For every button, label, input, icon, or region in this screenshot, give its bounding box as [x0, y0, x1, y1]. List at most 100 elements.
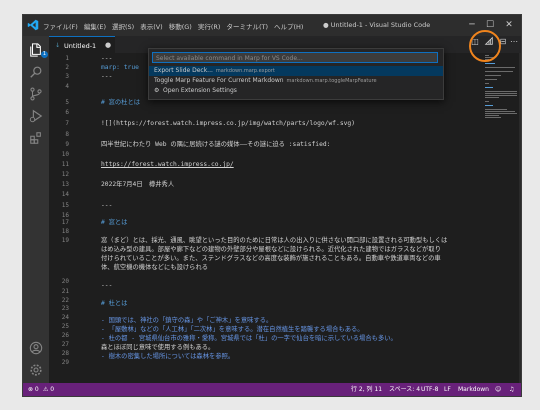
status-errors[interactable]: ⊗ 0: [28, 383, 39, 396]
explorer-badge: 1: [41, 51, 48, 58]
palette-item-detail: markdown.marp.toggleMarpFeature: [286, 78, 377, 84]
markdown-icon: ↓: [55, 42, 61, 49]
list-item: - 樹木の密集した場所については森林を参照。: [101, 353, 235, 360]
line-number: 13: [61, 181, 69, 188]
more-actions-icon[interactable]: ⋯: [509, 34, 519, 48]
image-link-line: ![](https://forest.watch.impress.co.jp/i…: [101, 120, 356, 127]
status-encoding[interactable]: UTF-8: [421, 383, 439, 396]
line-number: 28: [61, 350, 69, 357]
heading-line: # 窓の杜とは: [101, 99, 141, 106]
line-number: 25: [61, 323, 69, 330]
vscode-logo-icon: [27, 19, 39, 31]
feedback-icon[interactable]: ☺: [495, 383, 501, 396]
line-number-gutter: 1 2 3 4 5 6 7 8 9 10 11 12 13 14 15 16 1…: [49, 53, 77, 383]
manage-gear-icon[interactable]: [27, 361, 45, 379]
code-line: ---: [101, 55, 113, 62]
command-palette-input[interactable]: Select available command in Marp for VS …: [152, 52, 438, 63]
line-number: 6: [65, 109, 69, 116]
menu-go[interactable]: 移動(G): [169, 21, 192, 31]
palette-item-export-slide-deck[interactable]: Export Slide Deck... markdown.marp.export: [149, 66, 443, 76]
vertical-scrollbar[interactable]: [519, 53, 521, 383]
paragraph-wrap-line: 体、航空機の機体などにも設けられる: [101, 264, 209, 271]
status-eol[interactable]: LF: [444, 383, 451, 396]
heading-line: # 杜とは: [101, 300, 128, 307]
status-warnings[interactable]: ⚠ 0: [43, 383, 54, 396]
menu-terminal[interactable]: ターミナル(T): [226, 21, 268, 31]
status-indentation[interactable]: スペース: 4: [389, 383, 420, 396]
vscode-window: ファイル(F) 編集(E) 選択(S) 表示(V) 移動(G) 実行(R) ター…: [22, 14, 522, 397]
tab-dirty-close-icon[interactable]: ●: [105, 41, 111, 49]
minimap[interactable]: [483, 53, 519, 133]
menu-bar: ファイル(F) 編集(E) 選択(S) 表示(V) 移動(G) 実行(R) ター…: [43, 21, 303, 31]
code-line: 四半世紀にわたり Web の隅に居続ける謎の媒体――その謎に迫る :satisf…: [101, 141, 331, 148]
palette-item-toggle-marp-feature[interactable]: Toggle Marp Feature For Current Markdown…: [149, 76, 443, 86]
settings-gear-icon: ⚙: [154, 87, 160, 94]
line-number: 3: [65, 73, 69, 80]
code-line: marp: true: [101, 64, 139, 71]
line-number: 21: [61, 288, 69, 295]
line-number: 9: [65, 141, 69, 148]
line-number: 24: [61, 314, 69, 321]
code-line: 2022年7月4日 樽井秀人: [101, 181, 175, 188]
frontmatter-value: true: [119, 64, 139, 71]
minimize-button[interactable]: ─: [465, 18, 479, 32]
line-number: 14: [61, 191, 69, 198]
run-debug-icon[interactable]: [27, 107, 45, 125]
menu-selection[interactable]: 選択(S): [112, 21, 134, 31]
explorer-icon[interactable]: 1: [27, 41, 48, 59]
account-icon[interactable]: [27, 339, 45, 357]
menu-run[interactable]: 実行(R): [198, 21, 221, 31]
activity-bar: 1: [23, 36, 49, 383]
line-number: 27: [61, 341, 69, 348]
line-number: 23: [61, 305, 69, 312]
paragraph-line: 森とほぼ同じ意味で使用する例もある。: [101, 344, 215, 351]
line-number: 20: [61, 278, 69, 285]
close-window-button[interactable]: ✕: [502, 18, 516, 32]
paragraph-line: 窓（まど）とは、採光、通風、眺望といった目的のために日常は人の出入りに供さない開…: [101, 237, 448, 244]
line-number: 8: [65, 131, 69, 138]
menu-edit[interactable]: 編集(E): [84, 21, 106, 31]
line-number: 11: [61, 161, 69, 168]
code-line: ---: [101, 202, 113, 209]
notifications-bell-icon[interactable]: ♫: [509, 383, 514, 396]
code-line: ---: [101, 73, 113, 80]
extensions-icon[interactable]: [27, 129, 45, 147]
heading-line: # 窓とは: [101, 219, 128, 226]
editor-area[interactable]: 1 2 3 4 5 6 7 8 9 10 11 12 13 14 15 16 1…: [49, 53, 521, 383]
menu-help[interactable]: ヘルプ(H): [274, 21, 303, 31]
paragraph-wrap-line: はめ込み型の建具。部屋や廊下などの建物の外壁部分や屋根などに設けられる。近代化さ…: [101, 246, 441, 253]
list-item: - 国頭では、神社の「鎮守の森」や「ご神木」を意味する。: [101, 317, 273, 324]
code-line: ---: [101, 282, 113, 289]
line-number: 16: [61, 212, 69, 219]
line-number: 5: [65, 99, 69, 106]
tab-label: Untitled-1: [64, 42, 97, 50]
command-palette: Select available command in Marp for VS …: [148, 48, 444, 100]
line-number: 12: [61, 171, 69, 178]
search-icon[interactable]: [27, 63, 45, 81]
list-item: - 「屋敷林」などの「人工林」「二次林」を意味する。潜在自然植生を踏襲する場合も…: [101, 326, 364, 333]
title-bar: ファイル(F) 編集(E) 選択(S) 表示(V) 移動(G) 実行(R) ター…: [23, 15, 521, 36]
status-language-mode[interactable]: Markdown: [458, 383, 489, 396]
menu-file[interactable]: ファイル(F): [43, 21, 78, 31]
highlight-circle-annotation: [469, 30, 501, 62]
line-number: 10: [61, 151, 69, 158]
source-control-icon[interactable]: [27, 85, 45, 103]
palette-item-title: Open Extension Settings: [163, 87, 237, 94]
line-number: 1: [65, 55, 69, 62]
palette-item-title: Toggle Marp Feature For Current Markdown: [154, 77, 284, 84]
line-number: 15: [61, 202, 69, 209]
line-number: 18: [61, 228, 69, 235]
status-cursor-position[interactable]: 行 2, 列 11: [351, 383, 382, 396]
tab-untitled-1[interactable]: ↓ Untitled-1 ●: [49, 36, 115, 54]
menu-view[interactable]: 表示(V): [140, 21, 163, 31]
line-number: 29: [61, 359, 69, 366]
status-bar: ⊗ 0 ⚠ 0 行 2, 列 11 スペース: 4 UTF-8 LF Markd…: [23, 383, 521, 396]
line-number: 17: [61, 219, 69, 226]
palette-item-detail: markdown.marp.export: [215, 68, 275, 74]
url-line[interactable]: https://forest.watch.impress.co.jp/: [101, 161, 234, 168]
line-number: 19: [61, 237, 69, 244]
palette-item-open-extension-settings[interactable]: ⚙ Open Extension Settings: [149, 86, 443, 96]
line-number: 4: [65, 83, 69, 90]
window-title: ● Untitled-1 - Visual Studio Code: [323, 21, 431, 29]
line-number: 7: [65, 120, 69, 127]
